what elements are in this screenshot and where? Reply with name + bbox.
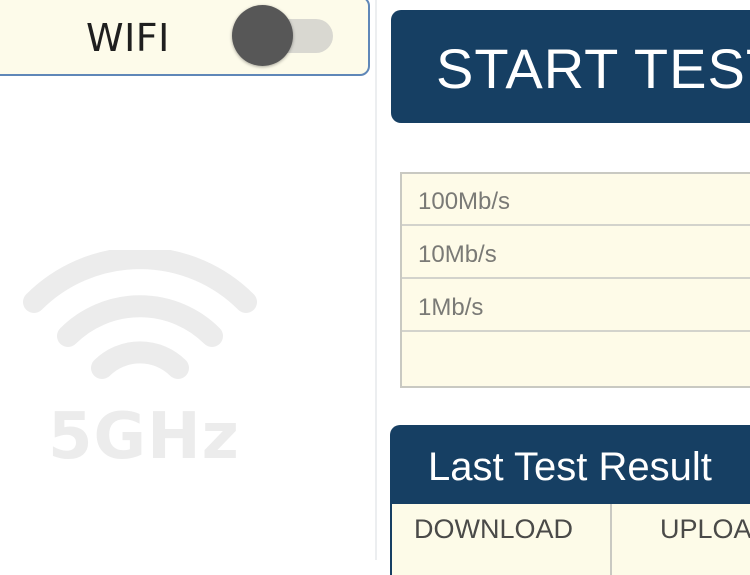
download-column-header: DOWNLOAD [414, 514, 574, 544]
speed-scale-row: 100Mb/s [402, 174, 750, 226]
start-test-button[interactable]: START TEST [391, 10, 750, 123]
band-label: 5GHz [48, 400, 240, 474]
wifi-label: WIFI [86, 16, 170, 60]
wifi-signal-icon [23, 250, 257, 379]
speed-scale-label: 10Mb/s [418, 241, 497, 268]
upload-column-header: UPLOAD [660, 514, 750, 544]
speed-scale-panel: 100Mb/s 10Mb/s 1Mb/s [400, 172, 750, 388]
start-test-label: START TEST [436, 37, 750, 100]
speed-scale-row: 1Mb/s [402, 280, 750, 332]
last-test-result-title: Last Test Result [428, 445, 712, 489]
results-header-row: DOWNLOAD UPLOAD [390, 504, 750, 575]
speed-scale-row: 10Mb/s [402, 227, 750, 279]
column-divider [610, 504, 612, 575]
last-test-result-panel: Last Test Result DOWNLOAD UPLOAD [390, 425, 750, 575]
wifi-toggle-row[interactable]: WIFI [0, 0, 370, 76]
speed-scale-label: 1Mb/s [418, 294, 484, 321]
speed-scale-label: 100Mb/s [418, 188, 511, 215]
wifi-toggle-knob[interactable] [232, 5, 293, 66]
panel-divider [375, 0, 377, 560]
